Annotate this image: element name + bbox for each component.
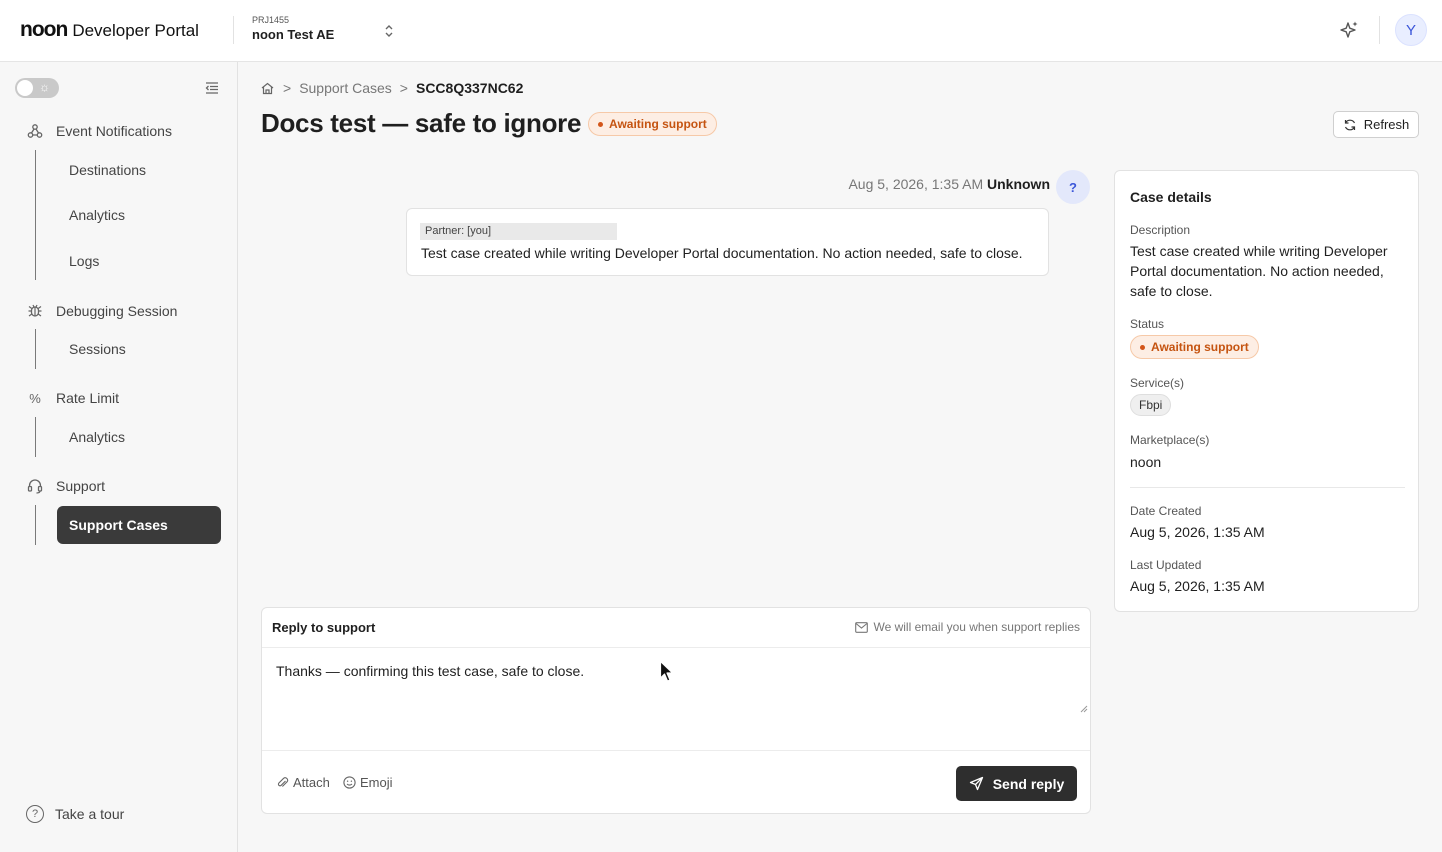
- breadcrumb-separator: >: [399, 80, 408, 96]
- project-name: noon Test AE: [252, 27, 335, 42]
- message-bubble: Partner: [you] Test case created while w…: [406, 208, 1049, 276]
- help-circle-icon: ?: [26, 805, 44, 823]
- sparkle-icon[interactable]: [1338, 19, 1360, 41]
- breadcrumb: > Support Cases > SCC8Q337NC62: [260, 80, 523, 96]
- divider: [1379, 16, 1380, 44]
- message-text: Test case created while writing Develope…: [421, 245, 1023, 261]
- logo-text: Developer Portal: [72, 21, 199, 40]
- home-icon[interactable]: [260, 81, 275, 96]
- details-status-badge: Awaiting support: [1130, 335, 1259, 359]
- nav-tree-line: [35, 417, 36, 457]
- last-updated-label: Last Updated: [1130, 558, 1202, 572]
- section-label: Support: [56, 478, 106, 494]
- message-author: Unknown: [987, 176, 1050, 192]
- nav-tree-line: [35, 150, 36, 280]
- case-details-panel: Case details Description Test case creat…: [1114, 170, 1419, 612]
- status-dot: [1140, 344, 1145, 350]
- sun-icon: ☼: [39, 80, 50, 94]
- date-created-label: Date Created: [1130, 504, 1202, 518]
- user-avatar[interactable]: Y: [1395, 14, 1427, 46]
- bug-icon: [28, 304, 42, 317]
- mail-icon: [855, 621, 869, 633]
- date-created-value: Aug 5, 2026, 1:35 AM: [1130, 524, 1265, 540]
- section-debugging-session[interactable]: Debugging Session: [26, 302, 177, 320]
- reply-panel: Reply to support We will email you when …: [261, 607, 1091, 814]
- status-badge: Awaiting support: [588, 112, 717, 136]
- section-rate-limit[interactable]: % Rate Limit: [26, 389, 119, 407]
- sidebar-item-support-cases[interactable]: Support Cases: [57, 506, 221, 544]
- sidebar-item-logs[interactable]: Logs: [57, 242, 221, 280]
- emoji-label: Emoji: [360, 775, 393, 790]
- message-author-avatar: ?: [1056, 170, 1090, 204]
- sidebar-item-sessions[interactable]: Sessions: [57, 330, 221, 368]
- last-updated-value: Aug 5, 2026, 1:35 AM: [1130, 578, 1265, 594]
- breadcrumb-separator: >: [283, 80, 292, 96]
- email-notice: We will email you when support replies: [855, 620, 1080, 634]
- emoji-button[interactable]: Emoji: [343, 775, 393, 790]
- partner-tag: Partner: [you]: [420, 223, 617, 240]
- logo-mark: noon: [20, 18, 68, 41]
- description-label: Description: [1130, 223, 1191, 237]
- services-label: Service(s): [1130, 376, 1185, 390]
- theme-toggle[interactable]: ☼: [15, 78, 59, 98]
- mouse-pointer-icon: [659, 660, 674, 682]
- case-details-title: Case details: [1130, 189, 1212, 205]
- nav-tree-line: [35, 505, 36, 545]
- tour-label: Take a tour: [55, 806, 125, 822]
- resize-handle-icon[interactable]: [1080, 705, 1088, 713]
- project-switcher[interactable]: PRJ1455 noon Test AE: [252, 15, 334, 42]
- reply-footer: Attach Emoji Send reply: [262, 750, 1090, 814]
- sidebar: ☼ Event Notifications Destinations Analy…: [0, 62, 238, 852]
- reply-header: Reply to support We will email you when …: [262, 608, 1090, 648]
- refresh-label: Refresh: [1363, 117, 1410, 132]
- sidebar-item-analytics[interactable]: Analytics: [57, 196, 221, 234]
- details-status-value: Awaiting support: [1151, 340, 1249, 354]
- project-id: PRJ1455: [252, 15, 290, 25]
- sidebar-item-destinations[interactable]: Destinations: [57, 151, 221, 189]
- send-reply-button[interactable]: Send reply: [956, 766, 1077, 801]
- sidebar-item-rate-analytics[interactable]: Analytics: [57, 418, 221, 456]
- take-a-tour-link[interactable]: ? Take a tour: [26, 805, 124, 823]
- section-support[interactable]: Support: [26, 477, 105, 495]
- page-title: Docs test — safe to ignore: [261, 108, 582, 138]
- refresh-button[interactable]: Refresh: [1333, 111, 1419, 138]
- attach-label: Attach: [293, 775, 330, 790]
- top-bar: noon Developer Portal PRJ1455 noon Test …: [0, 0, 1442, 62]
- status-badge-label: Awaiting support: [609, 117, 707, 131]
- paperclip-icon: [277, 777, 289, 787]
- section-label: Debugging Session: [56, 303, 178, 319]
- reply-title: Reply to support: [272, 620, 376, 635]
- service-chip: Fbpi: [1130, 394, 1172, 416]
- send-reply-label: Send reply: [992, 775, 1065, 792]
- breadcrumb-support-cases[interactable]: Support Cases: [299, 80, 392, 96]
- percent-icon: %: [29, 390, 41, 406]
- status-dot: [598, 121, 603, 127]
- email-notice-text: We will email you when support replies: [873, 620, 1080, 634]
- smiley-icon: [343, 776, 356, 789]
- marketplace-value: noon: [1130, 454, 1162, 470]
- chevron-up-down-icon[interactable]: [381, 21, 397, 41]
- section-label: Rate Limit: [56, 390, 120, 406]
- toggle-knob: [17, 80, 33, 96]
- section-event-notifications[interactable]: Event Notifications: [26, 122, 172, 140]
- webhook-icon: [27, 124, 43, 138]
- message-meta: Aug 5, 2026, 1:35 AM Unknown: [760, 176, 1050, 192]
- nav-tree-line: [35, 329, 36, 369]
- description-value: Test case created while writing Develope…: [1130, 243, 1388, 299]
- divider: [233, 16, 234, 44]
- message-timestamp: Aug 5, 2026, 1:35 AM: [848, 176, 984, 192]
- send-icon: [969, 776, 983, 791]
- headset-icon: [27, 479, 43, 494]
- collapse-sidebar-icon[interactable]: [204, 80, 220, 96]
- details-divider: [1130, 487, 1405, 488]
- refresh-icon: [1344, 119, 1355, 130]
- attach-button[interactable]: Attach: [276, 775, 330, 790]
- status-label: Status: [1130, 317, 1165, 331]
- marketplaces-label: Marketplace(s): [1130, 433, 1210, 447]
- section-label: Event Notifications: [56, 123, 172, 139]
- breadcrumb-current-case: SCC8Q337NC62: [415, 80, 524, 96]
- app-logo[interactable]: noon Developer Portal: [20, 18, 199, 42]
